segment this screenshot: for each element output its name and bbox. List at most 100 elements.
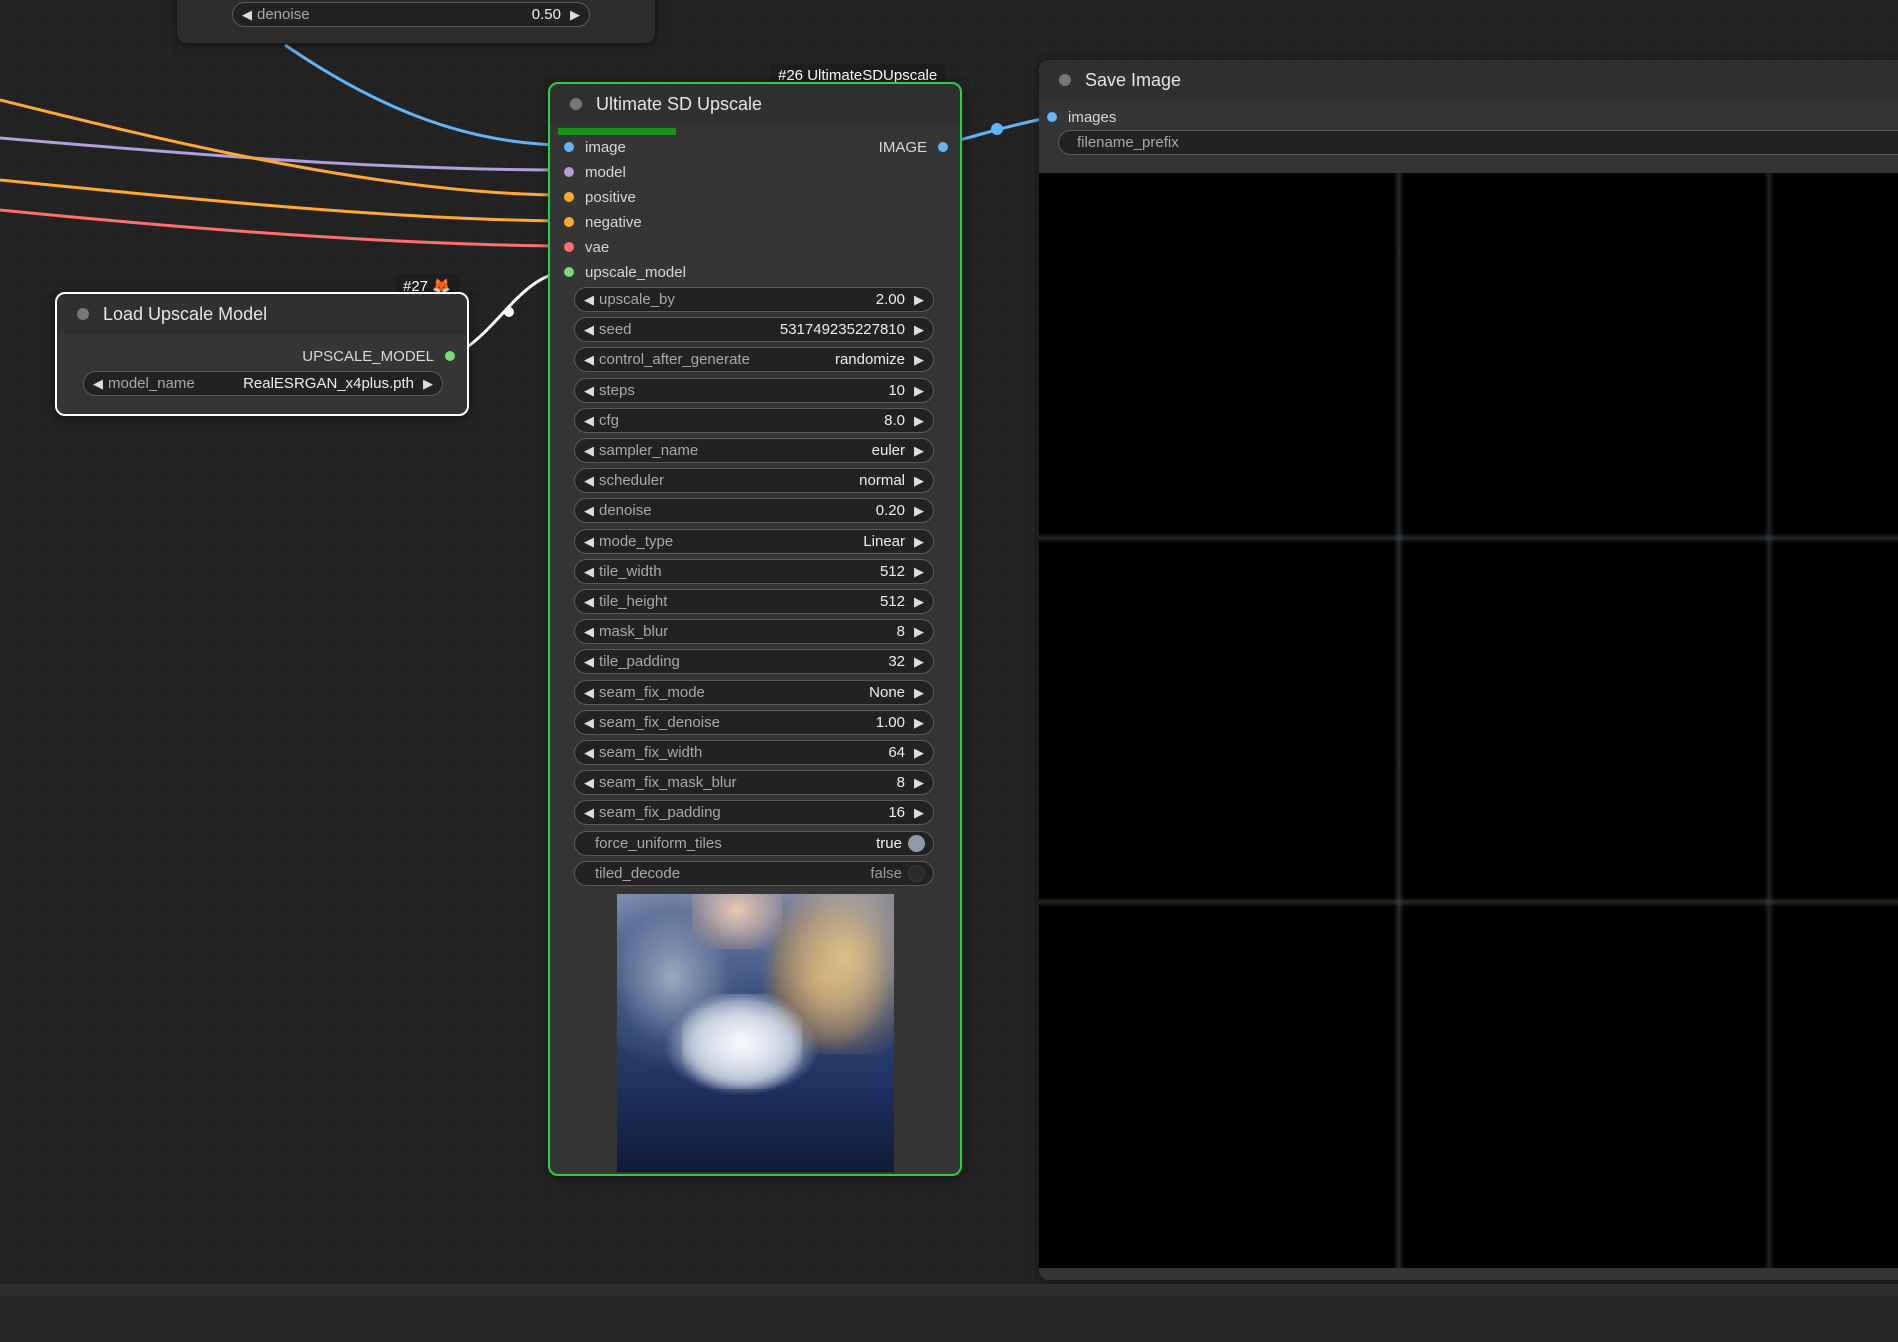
seam-fix-width-widget[interactable]: ◀ seam_fix_width 64 ▶	[574, 740, 934, 765]
decrement-arrow-icon[interactable]: ◀	[581, 745, 597, 761]
tile-height-widget[interactable]: ◀ tile_height 512 ▶	[574, 589, 934, 614]
input-socket-icon[interactable]	[564, 167, 574, 177]
output-image[interactable]: IMAGE	[828, 135, 948, 159]
input-socket-icon[interactable]	[1047, 112, 1057, 122]
decrement-arrow-icon[interactable]: ◀	[90, 376, 106, 392]
decrement-arrow-icon[interactable]: ◀	[581, 715, 597, 731]
output-upscale-model[interactable]: UPSCALE_MODEL	[155, 344, 455, 368]
steps-widget[interactable]: ◀ steps 10 ▶	[574, 378, 934, 403]
input-negative[interactable]: negative	[564, 210, 642, 234]
increment-arrow-icon[interactable]: ▶	[911, 564, 927, 580]
sampler-name-widget[interactable]: ◀ sampler_name euler ▶	[574, 438, 934, 463]
decrement-arrow-icon[interactable]: ◀	[581, 775, 597, 791]
input-socket-icon[interactable]	[564, 142, 574, 152]
scheduler-widget[interactable]: ◀ scheduler normal ▶	[574, 468, 934, 493]
input-socket-icon[interactable]	[564, 192, 574, 202]
upscale-by-widget[interactable]: ◀ upscale_by 2.00 ▶	[574, 287, 934, 312]
seam-fix-mode-widget[interactable]: ◀ seam_fix_mode None ▶	[574, 680, 934, 705]
decrement-arrow-icon[interactable]: ◀	[581, 383, 597, 399]
status-dot-icon[interactable]	[570, 98, 582, 110]
increment-arrow-icon[interactable]: ▶	[911, 534, 927, 550]
input-vae[interactable]: vae	[564, 235, 609, 259]
increment-arrow-icon[interactable]: ▶	[911, 352, 927, 368]
force-uniform-tiles-toggle[interactable]: force_uniform_tiles true	[574, 831, 934, 856]
decrement-arrow-icon[interactable]: ◀	[239, 7, 255, 23]
ultimate-sd-upscale-node[interactable]: Ultimate SD Upscale image model positive ne…	[548, 82, 962, 1176]
cfg-widget[interactable]: ◀ cfg 8.0 ▶	[574, 408, 934, 433]
seam-fix-denoise-widget[interactable]: ◀ seam_fix_denoise 1.00 ▶	[574, 710, 934, 735]
status-dot-icon[interactable]	[77, 308, 89, 320]
decrement-arrow-icon[interactable]: ◀	[581, 292, 597, 308]
input-model[interactable]: model	[564, 160, 626, 184]
increment-arrow-icon[interactable]: ▶	[911, 443, 927, 459]
output-socket-icon[interactable]	[938, 142, 948, 152]
decrement-arrow-icon[interactable]: ◀	[581, 805, 597, 821]
control-after-generate-widget[interactable]: ◀ control_after_generate randomize ▶	[574, 347, 934, 372]
seed-widget[interactable]: ◀ seed 531749235227810 ▶	[574, 317, 934, 342]
decrement-arrow-icon[interactable]: ◀	[581, 624, 597, 640]
increment-arrow-icon[interactable]: ▶	[911, 654, 927, 670]
increment-arrow-icon[interactable]: ▶	[911, 292, 927, 308]
increment-arrow-icon[interactable]: ▶	[420, 376, 436, 392]
input-images[interactable]: images	[1047, 105, 1247, 129]
toggle-value: false	[870, 865, 902, 882]
input-socket-icon[interactable]	[564, 217, 574, 227]
denoise-widget[interactable]: ◀ denoise 0.50 ▶	[232, 2, 590, 27]
decrement-arrow-icon[interactable]: ◀	[581, 654, 597, 670]
tile-padding-widget[interactable]: ◀ tile_padding 32 ▶	[574, 649, 934, 674]
decrement-arrow-icon[interactable]: ◀	[581, 564, 597, 580]
upper-node[interactable]: ◀ denoise 0.50 ▶	[177, 0, 655, 43]
seam-fix-padding-widget[interactable]: ◀ seam_fix_padding 16 ▶	[574, 800, 934, 825]
load-upscale-model-node[interactable]: Load Upscale Model UPSCALE_MODEL ◀ model…	[55, 292, 469, 416]
widget-label: seam_fix_mode	[599, 684, 705, 701]
link-midpoint[interactable]	[991, 123, 1003, 135]
input-upscale-model[interactable]: upscale_model	[564, 260, 686, 284]
decrement-arrow-icon[interactable]: ◀	[581, 473, 597, 489]
increment-arrow-icon[interactable]: ▶	[911, 775, 927, 791]
tile-seam-vertical	[1764, 173, 1774, 1268]
increment-arrow-icon[interactable]: ▶	[911, 383, 927, 399]
increment-arrow-icon[interactable]: ▶	[911, 805, 927, 821]
widget-label: mask_blur	[599, 623, 669, 640]
denoise-widget[interactable]: ◀ denoise 0.20 ▶	[574, 498, 934, 523]
decrement-arrow-icon[interactable]: ◀	[581, 503, 597, 519]
node-title-bar[interactable]: Save Image	[1039, 60, 1898, 100]
input-image[interactable]: image	[564, 135, 626, 159]
decrement-arrow-icon[interactable]: ◀	[581, 443, 597, 459]
toggle-knob-icon[interactable]	[908, 835, 925, 852]
decrement-arrow-icon[interactable]: ◀	[581, 534, 597, 550]
node-title-bar[interactable]: Ultimate SD Upscale	[550, 84, 960, 124]
tile-width-widget[interactable]: ◀ tile_width 512 ▶	[574, 559, 934, 584]
increment-arrow-icon[interactable]: ▶	[911, 473, 927, 489]
node-title-bar[interactable]: Load Upscale Model	[57, 294, 467, 334]
decrement-arrow-icon[interactable]: ◀	[581, 413, 597, 429]
mode-type-widget[interactable]: ◀ mode_type Linear ▶	[574, 529, 934, 554]
link-midpoint[interactable]	[504, 307, 514, 317]
toggle-knob-icon[interactable]	[908, 865, 925, 882]
input-socket-icon[interactable]	[564, 242, 574, 252]
increment-arrow-icon[interactable]: ▶	[911, 413, 927, 429]
increment-arrow-icon[interactable]: ▶	[567, 7, 583, 23]
input-positive[interactable]: positive	[564, 185, 636, 209]
status-dot-icon[interactable]	[1059, 74, 1071, 86]
seam-fix-mask-blur-widget[interactable]: ◀ seam_fix_mask_blur 8 ▶	[574, 770, 934, 795]
increment-arrow-icon[interactable]: ▶	[911, 685, 927, 701]
filename-prefix-widget[interactable]: filename_prefix	[1058, 130, 1898, 155]
output-socket-icon[interactable]	[445, 351, 455, 361]
tiled-decode-toggle[interactable]: tiled_decode false	[574, 861, 934, 886]
widget-label: tile_width	[599, 563, 662, 580]
decrement-arrow-icon[interactable]: ◀	[581, 322, 597, 338]
model-name-widget[interactable]: ◀ model_name RealESRGAN_x4plus.pth ▶	[83, 371, 443, 396]
save-image-node[interactable]: Save Image images filename_prefix	[1039, 60, 1898, 1280]
decrement-arrow-icon[interactable]: ◀	[581, 352, 597, 368]
increment-arrow-icon[interactable]: ▶	[911, 715, 927, 731]
decrement-arrow-icon[interactable]: ◀	[581, 685, 597, 701]
mask-blur-widget[interactable]: ◀ mask_blur 8 ▶	[574, 619, 934, 644]
increment-arrow-icon[interactable]: ▶	[911, 745, 927, 761]
increment-arrow-icon[interactable]: ▶	[911, 322, 927, 338]
increment-arrow-icon[interactable]: ▶	[911, 624, 927, 640]
input-socket-icon[interactable]	[564, 267, 574, 277]
decrement-arrow-icon[interactable]: ◀	[581, 594, 597, 610]
increment-arrow-icon[interactable]: ▶	[911, 503, 927, 519]
increment-arrow-icon[interactable]: ▶	[911, 594, 927, 610]
